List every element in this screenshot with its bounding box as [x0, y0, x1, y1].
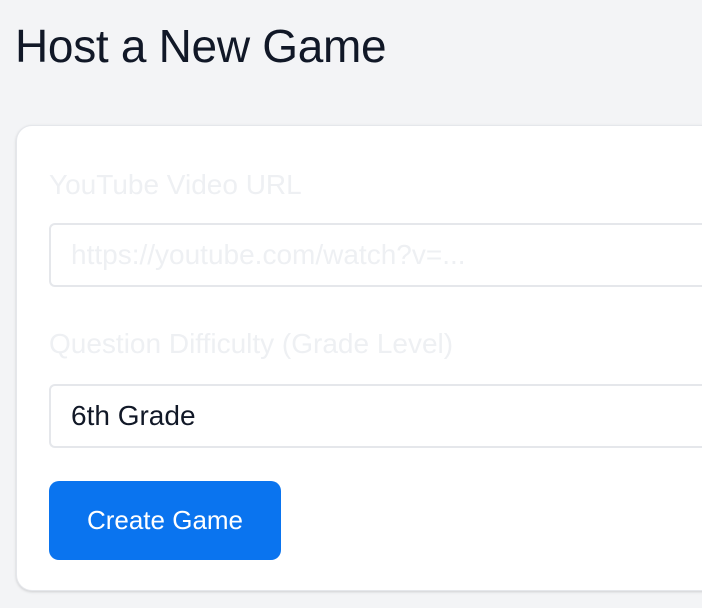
- create-game-button[interactable]: Create Game: [49, 481, 281, 560]
- page-title: Host a New Game: [15, 20, 387, 72]
- host-game-form-card: YouTube Video URL Question Difficulty (G…: [16, 125, 702, 591]
- host-game-page: Host a New Game YouTube Video URL Questi…: [0, 0, 702, 608]
- difficulty-label: Question Difficulty (Grade Level): [49, 328, 454, 359]
- grade-level-selected-value: 6th Grade: [71, 400, 196, 431]
- youtube-url-input[interactable]: [49, 223, 702, 287]
- youtube-url-label: YouTube Video URL: [49, 169, 302, 200]
- grade-level-select[interactable]: 6th Grade: [49, 384, 702, 448]
